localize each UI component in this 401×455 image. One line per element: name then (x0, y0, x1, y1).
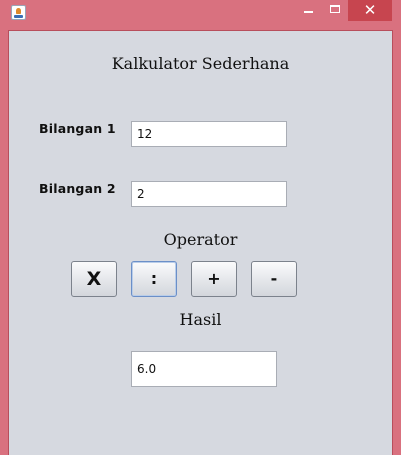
bilangan-2-input[interactable]: 2 (131, 181, 287, 207)
operator-label: Operator (163, 230, 238, 249)
maximize-button[interactable] (322, 0, 348, 21)
maximize-icon (330, 5, 340, 13)
multiply-button[interactable]: X (71, 261, 117, 297)
title-bar[interactable]: ✕ (0, 0, 401, 26)
hasil-output: 6.0 (131, 351, 277, 387)
close-icon: ✕ (363, 1, 377, 19)
hasil-label: Hasil (179, 310, 222, 329)
close-button[interactable]: ✕ (348, 0, 392, 21)
minimize-button[interactable] (296, 0, 322, 21)
page-title: Kalkulator Sederhana (111, 54, 290, 73)
app-window: ✕ Kalkulator Sederhana Bilangan 1 12 Bil… (0, 0, 401, 455)
bilangan-1-input[interactable]: 12 (131, 121, 287, 147)
bilangan-2-label: Bilangan 2 (39, 181, 116, 196)
minimize-icon (304, 11, 313, 13)
subtract-button[interactable]: - (251, 261, 297, 297)
divide-button[interactable]: : (131, 261, 177, 297)
add-button[interactable]: + (191, 261, 237, 297)
java-app-icon[interactable] (11, 5, 26, 20)
bilangan-1-label: Bilangan 1 (39, 121, 116, 136)
